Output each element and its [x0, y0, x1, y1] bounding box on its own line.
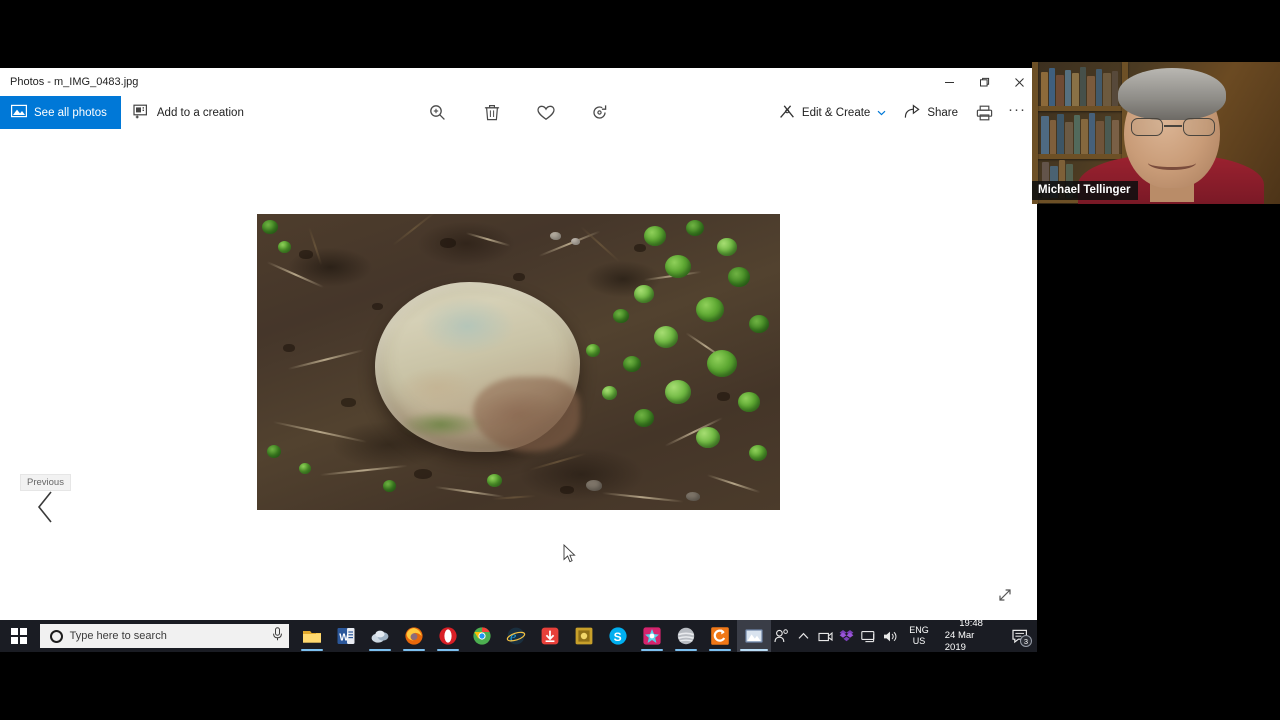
command-bar-right: Edit & Create Share ···	[772, 96, 1031, 129]
add-to-creation-button[interactable]: Add to a creation	[121, 96, 256, 129]
svg-text:e: e	[510, 630, 516, 645]
taskbar-app-firefox[interactable]	[397, 620, 431, 652]
print-icon[interactable]	[969, 99, 999, 127]
share-icon	[904, 103, 920, 122]
photo-scene	[257, 214, 780, 510]
photo-canvas: Previous	[0, 129, 1037, 622]
taskbar-apps: W e S	[295, 620, 772, 652]
search-input[interactable]: Type here to search	[39, 624, 290, 648]
fullscreen-expand-icon[interactable]	[991, 582, 1019, 608]
taskbar-app-gold-app[interactable]	[567, 620, 601, 652]
screen-root: Photos - m_IMG_0483.jpg See all photos A…	[0, 0, 1280, 720]
taskbar-app-file-explorer[interactable]	[295, 620, 329, 652]
windows-start-icon[interactable]	[0, 620, 38, 652]
windows-taskbar: Type here to search W e S ENG US 19:48 2…	[0, 618, 1037, 653]
notification-count-badge: 3	[1019, 635, 1032, 647]
taskbar-app-internet-explorer[interactable]: e	[499, 620, 533, 652]
taskbar-app-opera[interactable]	[431, 620, 465, 652]
large-stone	[375, 282, 580, 452]
delete-icon[interactable]	[477, 99, 507, 127]
rotate-icon[interactable]	[585, 99, 615, 127]
tray-app-icon[interactable]	[814, 620, 836, 652]
see-all-photos-button[interactable]: See all photos	[0, 96, 121, 129]
network-icon[interactable]	[858, 620, 880, 652]
person-glasses	[1131, 118, 1215, 136]
taskbar-app-microsoft-word[interactable]: W	[329, 620, 363, 652]
show-hidden-icons-chevron[interactable]	[793, 620, 815, 652]
edit-and-create-button[interactable]: Edit & Create	[772, 99, 893, 127]
language-secondary: US	[912, 636, 926, 646]
cortana-circle-icon	[49, 629, 63, 643]
photo-library-icon	[11, 104, 28, 121]
person-smile	[1148, 156, 1196, 170]
command-bar: See all photos Add to a creation Edit & …	[0, 96, 1037, 129]
chevron-left-icon	[34, 489, 56, 530]
action-center-icon[interactable]: 3	[1005, 620, 1035, 652]
add-creation-icon	[133, 104, 149, 122]
edit-and-create-label: Edit & Create	[801, 106, 871, 119]
edit-create-icon	[779, 104, 795, 122]
restore-button[interactable]	[967, 68, 1002, 96]
heart-icon[interactable]	[531, 99, 561, 127]
taskbar-app-skype[interactable]: S	[601, 620, 635, 652]
clock[interactable]: 19:48 24 Mar 2019	[937, 618, 1006, 653]
volume-icon[interactable]	[880, 620, 902, 652]
clock-time: 19:48	[959, 618, 983, 629]
taskbar-app-google-chrome[interactable]	[465, 620, 499, 652]
participant-name-label: Michael Tellinger	[1032, 181, 1139, 200]
taskbar-app-download-manager[interactable]	[533, 620, 567, 652]
add-to-creation-label: Add to a creation	[156, 106, 244, 119]
window-controls	[932, 68, 1037, 96]
chevron-down-icon	[877, 107, 886, 119]
more-options-icon[interactable]: ···	[1003, 99, 1031, 127]
taskbar-app-orange-swirl-app[interactable]	[703, 620, 737, 652]
language-indicator[interactable]: ENG US	[901, 620, 937, 652]
people-icon[interactable]	[771, 620, 793, 652]
taskbar-app-cloud-app[interactable]	[363, 620, 397, 652]
clock-date: 24 Mar 2019	[944, 630, 975, 653]
share-label: Share	[927, 106, 958, 119]
minimize-button[interactable]	[932, 68, 967, 96]
webcam-overlay[interactable]: Michael Tellinger	[1032, 62, 1280, 204]
window-title: Photos - m_IMG_0483.jpg	[10, 76, 139, 88]
command-bar-left: See all photos Add to a creation	[0, 96, 256, 129]
taskbar-app-colorful-app[interactable]	[635, 620, 669, 652]
microphone-icon[interactable]	[272, 626, 283, 646]
dropbox-icon[interactable]	[836, 620, 858, 652]
search-placeholder: Type here to search	[69, 630, 167, 642]
zoom-icon[interactable]	[423, 99, 453, 127]
svg-text:S: S	[614, 630, 622, 644]
person-hair	[1118, 68, 1226, 120]
svg-text:W: W	[339, 632, 349, 643]
window-titlebar[interactable]: Photos - m_IMG_0483.jpg	[0, 68, 1037, 96]
see-all-photos-label: See all photos	[34, 106, 107, 119]
taskbar-app-silver-app[interactable]	[669, 620, 703, 652]
system-tray: ENG US 19:48 24 Mar 2019 3	[771, 618, 1037, 653]
taskbar-app-photos-app[interactable]	[737, 620, 772, 652]
mouse-cursor	[563, 543, 576, 563]
photos-window: Photos - m_IMG_0483.jpg See all photos A…	[0, 68, 1037, 622]
language-primary: ENG	[909, 625, 929, 635]
share-button[interactable]: Share	[897, 99, 965, 127]
previous-photo-button[interactable]: Previous	[20, 474, 71, 530]
photo-image[interactable]	[257, 214, 780, 510]
